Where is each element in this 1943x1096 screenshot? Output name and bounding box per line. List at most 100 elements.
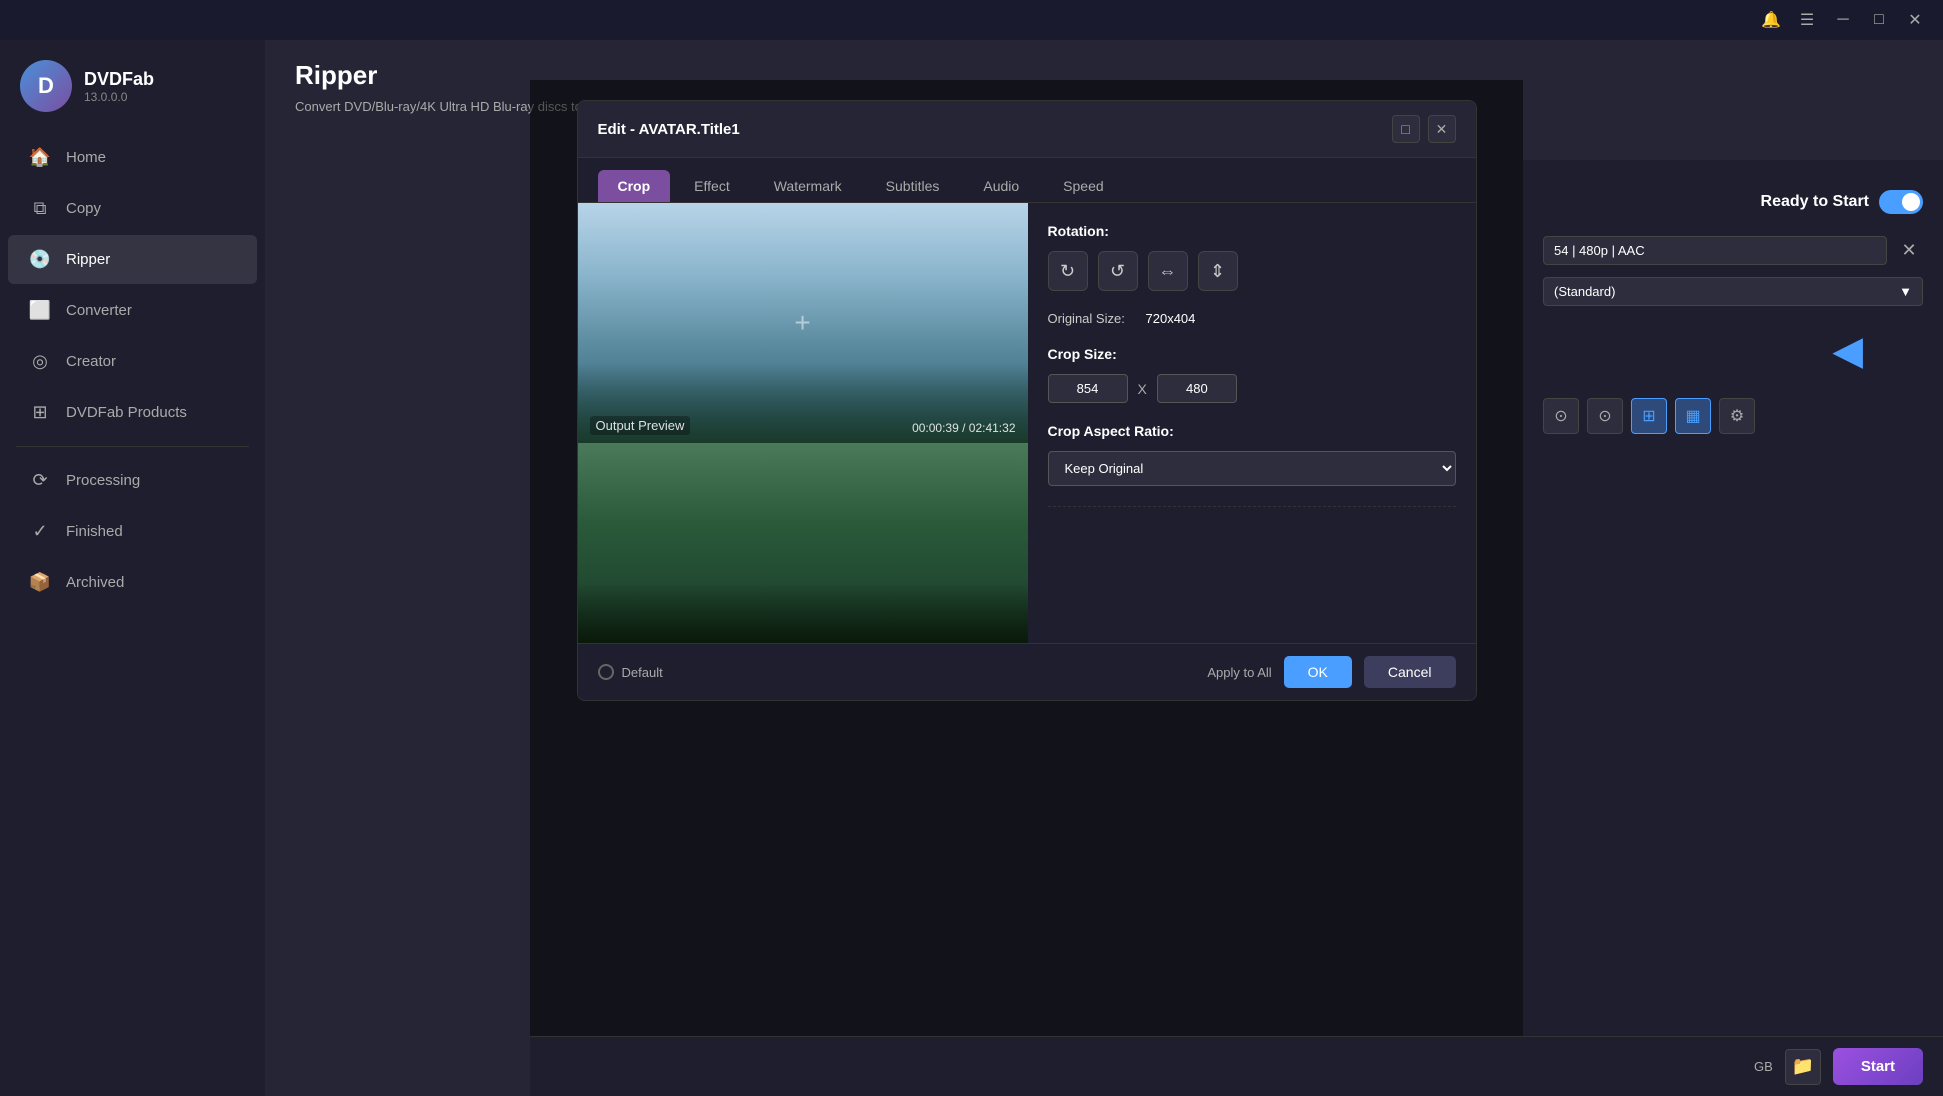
- modal-tabs: Crop Effect Watermark Subtitles Audio Sp…: [578, 158, 1476, 203]
- flip-h-btn[interactable]: ⇔: [1148, 251, 1188, 291]
- sidebar-item-copy[interactable]: ⧉ Copy: [8, 184, 257, 233]
- flip-v-btn[interactable]: ⇕: [1198, 251, 1238, 291]
- rotate-ccw-btn[interactable]: ↺: [1098, 251, 1138, 291]
- crop-size-section: Crop Size: X: [1048, 346, 1456, 403]
- radio-btn-1[interactable]: ⊙: [1543, 398, 1579, 434]
- main-content: Ripper Convert DVD/Blu-ray/4K Ultra HD B…: [265, 40, 1943, 1096]
- converter-icon: ⬜: [28, 300, 52, 321]
- crop-size-label: Crop Size:: [1048, 346, 1456, 362]
- tab-effect[interactable]: Effect: [674, 170, 750, 202]
- sidebar: D DVDFab 13.0.0.0 🏠 Home ⧉ Copy 💿 Ripper…: [0, 40, 265, 1096]
- close-window-btn[interactable]: ✕: [1897, 2, 1933, 38]
- crop-height-input[interactable]: [1157, 374, 1237, 403]
- sidebar-item-converter[interactable]: ⬜ Converter: [8, 286, 257, 335]
- video-timestamp: 00:00:39 / 02:41:32: [912, 421, 1015, 435]
- start-btn[interactable]: Start: [1833, 1048, 1923, 1085]
- ready-to-start-row: Ready to Start: [1543, 180, 1923, 224]
- maximize-btn[interactable]: □: [1861, 2, 1897, 38]
- sidebar-item-home[interactable]: 🏠 Home: [8, 133, 257, 182]
- titlebar: 🔔 ☰ ─ □ ✕: [0, 0, 1943, 40]
- modal-header-buttons: □ ✕: [1392, 115, 1456, 143]
- sidebar-label-products: DVDFab Products: [66, 404, 187, 421]
- rotation-buttons: ↻ ↺ ⇔ ⇕: [1048, 251, 1456, 291]
- ok-btn[interactable]: OK: [1284, 656, 1352, 688]
- sidebar-label-processing: Processing: [66, 472, 140, 489]
- tab-audio[interactable]: Audio: [963, 170, 1039, 202]
- sidebar-item-ripper[interactable]: 💿 Ripper: [8, 235, 257, 284]
- format-close-btn[interactable]: ✕: [1895, 237, 1923, 265]
- video-crosshair: +: [794, 307, 810, 339]
- tab-speed[interactable]: Speed: [1043, 170, 1123, 202]
- default-label: Default: [622, 665, 663, 680]
- modal-maximize-btn[interactable]: □: [1392, 115, 1420, 143]
- sidebar-item-creator[interactable]: ◎ Creator: [8, 337, 257, 386]
- format-select[interactable]: 54 | 480p | AAC: [1543, 236, 1887, 265]
- crop-aspect-section: Crop Aspect Ratio: Keep Original: [1048, 423, 1456, 486]
- output-preview-label: Output Preview: [590, 416, 691, 435]
- modal-body: + Output Preview 00:00:39 / 02:41:32 Rot…: [578, 203, 1476, 643]
- sidebar-label-archived: Archived: [66, 574, 124, 591]
- crop-size-inputs: X: [1048, 374, 1456, 403]
- archived-icon: 📦: [28, 572, 52, 593]
- finished-icon: ✓: [28, 521, 52, 542]
- folder-btn[interactable]: 📁: [1785, 1049, 1821, 1085]
- app-name: DVDFab: [84, 69, 154, 90]
- gb-text: GB: [1754, 1059, 1773, 1074]
- rotate-cw-btn[interactable]: ↻: [1048, 251, 1088, 291]
- modal-title: Edit - AVATAR.Title1: [598, 121, 740, 138]
- grid-view-btn[interactable]: ⊞: [1631, 398, 1667, 434]
- tab-subtitles[interactable]: Subtitles: [866, 170, 960, 202]
- cancel-btn[interactable]: Cancel: [1364, 656, 1456, 688]
- crop-aspect-select[interactable]: Keep Original: [1048, 451, 1456, 486]
- rotation-section: Rotation: ↻ ↺ ⇔ ⇕: [1048, 223, 1456, 291]
- default-row: Default: [598, 664, 663, 680]
- original-size-value: 720x404: [1146, 311, 1196, 326]
- video-bottom-frame: [578, 443, 1028, 643]
- crop-x-separator: X: [1138, 381, 1147, 397]
- video-top-frame: + Output Preview 00:00:39 / 02:41:32: [578, 203, 1028, 443]
- minimize-btn[interactable]: ─: [1825, 2, 1861, 38]
- standard-chevron-icon: ▼: [1899, 284, 1912, 299]
- crop-controls: Rotation: ↻ ↺ ⇔ ⇕ Original Size: 720x404: [1028, 203, 1476, 643]
- modal-overlay: Edit - AVATAR.Title1 □ ✕ Crop Effect Wat…: [530, 80, 1523, 1036]
- crop-aspect-label: Crop Aspect Ratio:: [1048, 423, 1456, 439]
- tool-icons-row: ⊙ ⊙ ⊞ ▦ ⚙: [1543, 398, 1923, 434]
- radio-btn-2[interactable]: ⊙: [1587, 398, 1623, 434]
- sidebar-label-finished: Finished: [66, 523, 123, 540]
- tab-watermark[interactable]: Watermark: [754, 170, 862, 202]
- sidebar-item-dvdfab-products[interactable]: ⊞ DVDFab Products: [8, 388, 257, 437]
- default-radio[interactable]: [598, 664, 614, 680]
- modal-header: Edit - AVATAR.Title1 □ ✕: [578, 101, 1476, 158]
- settings-tool-btn[interactable]: ⚙: [1719, 398, 1755, 434]
- menu-icon-btn[interactable]: ☰: [1789, 2, 1825, 38]
- ready-toggle[interactable]: [1879, 190, 1923, 214]
- processing-icon: ⟳: [28, 470, 52, 491]
- sidebar-label-copy: Copy: [66, 200, 101, 217]
- home-icon: 🏠: [28, 147, 52, 168]
- tab-crop[interactable]: Crop: [598, 170, 671, 202]
- bottom-bar: GB 📁 Start: [530, 1036, 1943, 1096]
- ready-label: Ready to Start: [1761, 193, 1869, 211]
- sidebar-label-ripper: Ripper: [66, 251, 110, 268]
- sidebar-item-archived[interactable]: 📦 Archived: [8, 558, 257, 607]
- modal-close-btn[interactable]: ✕: [1428, 115, 1456, 143]
- creator-icon: ◎: [28, 351, 52, 372]
- sidebar-item-finished[interactable]: ✓ Finished: [8, 507, 257, 556]
- bell-icon-btn[interactable]: 🔔: [1753, 2, 1789, 38]
- video-preview: + Output Preview 00:00:39 / 02:41:32: [578, 203, 1028, 643]
- list-view-btn[interactable]: ▦: [1675, 398, 1711, 434]
- original-size-section: Original Size: 720x404: [1048, 311, 1456, 326]
- standard-select[interactable]: (Standard) ▼: [1543, 277, 1923, 306]
- arrow-indicator: ◀: [1832, 328, 1863, 374]
- original-size-row: Original Size: 720x404: [1048, 311, 1456, 326]
- edit-modal: Edit - AVATAR.Title1 □ ✕ Crop Effect Wat…: [577, 100, 1477, 701]
- logo-area: D DVDFab 13.0.0.0: [0, 50, 265, 132]
- app-version: 13.0.0.0: [84, 90, 154, 104]
- logo-icon: D: [20, 60, 72, 112]
- sidebar-item-processing[interactable]: ⟳ Processing: [8, 456, 257, 505]
- products-icon: ⊞: [28, 402, 52, 423]
- ripper-icon: 💿: [28, 249, 52, 270]
- apply-all-btn[interactable]: Apply to All: [1207, 665, 1271, 680]
- crop-width-input[interactable]: [1048, 374, 1128, 403]
- copy-icon: ⧉: [28, 198, 52, 219]
